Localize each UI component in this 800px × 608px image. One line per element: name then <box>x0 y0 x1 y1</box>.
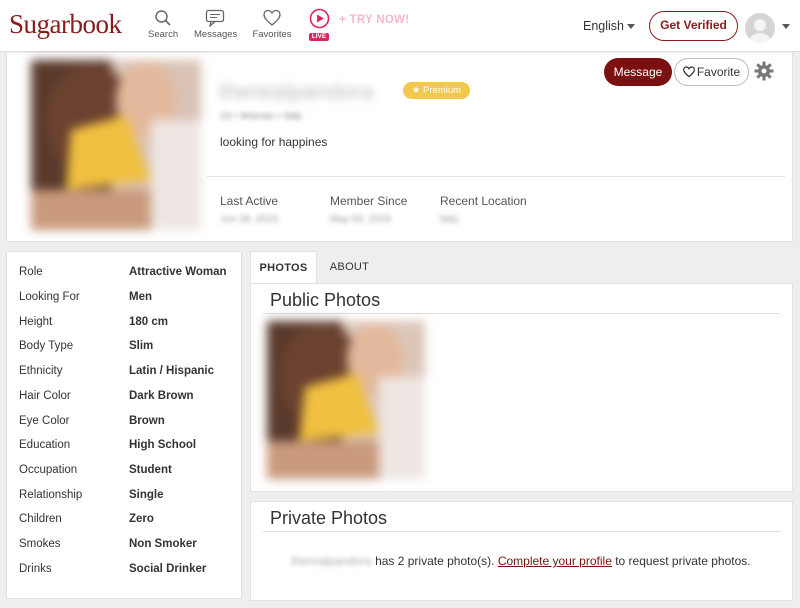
detail-row: Body Type Slim <box>19 340 239 358</box>
stat-recent-location: Recent Location Italy <box>440 194 527 225</box>
sugarbook-logo[interactable]: Sugarbook <box>9 9 122 40</box>
stat-last-active: Last Active Jun 28, 2019 <box>220 194 278 225</box>
stat-value: May 03, 2019 <box>330 214 391 225</box>
detail-key: Ethnicity <box>19 365 63 377</box>
detail-row: Drinks Social Drinker <box>19 563 239 581</box>
private-photos-message: therealpandora has 2 private photo(s). C… <box>291 554 751 568</box>
detail-value: Zero <box>129 513 154 525</box>
avatar-icon <box>749 19 771 43</box>
tab-photos[interactable]: PHOTOS <box>250 251 317 284</box>
detail-row: Ethnicity Latin / Hispanic <box>19 365 239 383</box>
detail-key: Looking For <box>19 291 80 303</box>
favorite-button-label: Favorite <box>696 65 741 79</box>
public-photo[interactable] <box>267 321 425 479</box>
profile-sub-info: 23 • Woman • Italy <box>220 111 302 122</box>
stat-value: Jun 28, 2019 <box>220 214 278 225</box>
profile-username: therealpandora <box>219 79 375 104</box>
detail-row: Smokes Non Smoker <box>19 538 239 556</box>
detail-key: Occupation <box>19 464 78 476</box>
live-play-icon <box>309 8 330 29</box>
detail-value: Student <box>129 464 172 476</box>
heart-icon <box>263 9 281 26</box>
favorite-button[interactable]: Favorite <box>674 58 749 86</box>
messages-icon <box>205 9 225 27</box>
detail-value: Men <box>129 291 152 303</box>
search-icon <box>155 10 171 26</box>
nav-search[interactable]: Search <box>148 9 178 40</box>
detail-key: Body Type <box>19 340 74 352</box>
private-username: therealpandora <box>291 554 372 568</box>
private-text-before: has 2 private photo(s). <box>371 554 498 568</box>
detail-row: Children Zero <box>19 513 239 531</box>
detail-value: Latin / Hispanic <box>129 365 214 377</box>
stat-label: Last Active <box>220 194 279 208</box>
detail-value: Brown <box>129 415 165 427</box>
detail-value: 180 cm <box>129 316 169 328</box>
detail-row: Hair Color Dark Brown <box>19 390 239 408</box>
detail-row: Role Attractive Woman <box>19 266 239 284</box>
detail-row: Looking For Men <box>19 291 239 309</box>
detail-row: Occupation Student <box>19 464 239 482</box>
private-text-after: to request private photos. <box>611 554 751 568</box>
divider <box>263 531 781 532</box>
nav-messages-label: Messages <box>194 29 238 40</box>
live-badge: LIVE <box>309 33 329 41</box>
profile-details-panel: Role Attractive Woman Looking For Men Heig… <box>6 251 242 599</box>
private-photos-title: Private Photos <box>270 508 388 528</box>
detail-value: Dark Brown <box>129 390 194 402</box>
detail-key: Children <box>19 513 62 525</box>
detail-key: Role <box>19 266 43 278</box>
detail-row: Relationship Single <box>19 489 239 507</box>
nav-messages[interactable]: Messages <box>194 9 238 40</box>
detail-key: Eye Color <box>19 415 70 427</box>
get-verified-button[interactable]: Get Verified <box>649 11 738 41</box>
chevron-down-icon[interactable] <box>782 24 790 29</box>
stat-label: Member Since <box>330 194 408 208</box>
chevron-down-icon[interactable] <box>627 24 635 29</box>
nav-favorites-label: Favorites <box>252 29 292 40</box>
public-photos-panel: Public Photos <box>250 283 793 492</box>
detail-value: High School <box>129 439 197 451</box>
profile-tagline: looking for happines <box>220 135 328 149</box>
stat-value: Italy <box>440 214 459 225</box>
nav-search-label: Search <box>148 29 179 40</box>
detail-key: Relationship <box>19 489 83 501</box>
profile-photo[interactable] <box>31 60 201 230</box>
profile-card: therealpandora ★ Premium 23 • Woman • It… <box>6 53 793 242</box>
profile-tabs: PHOTOS ABOUT <box>250 251 793 284</box>
detail-key: Smokes <box>19 538 61 550</box>
divider <box>263 313 781 314</box>
detail-key: Education <box>19 439 71 451</box>
private-photos-panel: Private Photos therealpandora has 2 priv… <box>250 501 793 601</box>
try-now-link[interactable]: + TRY NOW! <box>339 14 409 26</box>
detail-row: Eye Color Brown <box>19 415 239 433</box>
nav-live[interactable]: LIVE <box>309 8 331 41</box>
detail-value: Single <box>129 489 164 501</box>
detail-key: Hair Color <box>19 390 71 402</box>
complete-profile-link[interactable]: Complete your profile <box>498 554 612 568</box>
top-header: Sugarbook Search Messages Favorites LIVE… <box>0 0 800 52</box>
gear-icon[interactable] <box>754 61 774 81</box>
message-button[interactable]: Message <box>604 58 672 86</box>
detail-value: Non Smoker <box>129 538 197 550</box>
heart-icon <box>682 66 695 78</box>
detail-value: Social Drinker <box>129 563 207 575</box>
detail-row: Height 180 cm <box>19 316 239 334</box>
stat-label: Recent Location <box>440 194 527 208</box>
nav-favorites[interactable]: Favorites <box>252 9 292 40</box>
public-photos-title: Public Photos <box>270 290 381 310</box>
detail-key: Drinks <box>19 563 52 575</box>
detail-value: Slim <box>129 340 154 352</box>
premium-badge: ★ Premium <box>403 82 470 99</box>
detail-key: Height <box>19 316 53 328</box>
detail-row: Education High School <box>19 439 239 457</box>
tab-about[interactable]: ABOUT <box>322 251 377 284</box>
profile-divider <box>207 176 785 177</box>
detail-value: Attractive Woman <box>129 266 227 278</box>
avatar[interactable] <box>745 13 775 43</box>
language-selector[interactable]: English <box>583 19 624 33</box>
stat-member-since: Member Since May 03, 2019 <box>330 194 407 225</box>
